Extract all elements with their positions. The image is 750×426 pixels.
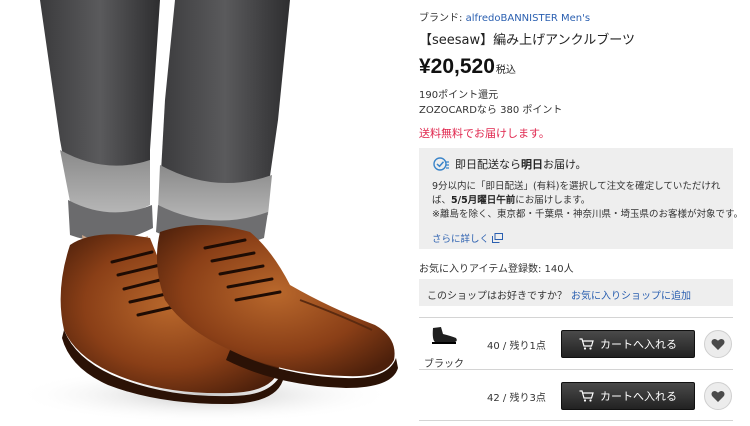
zozocard-points-text: ZOZOCARDなら 380 ポイント (419, 105, 563, 116)
product-title: 【seesaw】編み上げアンクルブーツ (419, 33, 635, 48)
favorite-button-1[interactable] (704, 330, 732, 358)
heart-icon (711, 338, 725, 350)
check-clock-icon (433, 157, 449, 171)
cart-icon (579, 390, 594, 402)
delivery-date: 5/5月曜日午前 (451, 195, 516, 206)
delivery-description: 9分以内に「即日配送」(有料)を選択して注文を確定していただけれ ば、5/5月曜… (432, 180, 743, 222)
product-info: ブランド: alfredoBANNISTER Men's 【seesaw】編み上… (419, 0, 743, 426)
favorite-count: お気に入りアイテム登録数: 140人 (419, 264, 574, 275)
delivery-line-3: ※離島を除く、東京都・千葉県・神奈川県・埼玉県のお客様が対象です。 (432, 209, 744, 220)
external-window-icon (492, 233, 504, 243)
shop-favorite-bar: このショップはお好きですか？ お気に入りショップに追加 (419, 279, 733, 306)
product-photo[interactable] (0, 0, 410, 426)
points-text: 190ポイント還元 (419, 90, 499, 101)
free-shipping-notice: 送料無料でお届けします。 (419, 127, 550, 140)
price: ¥20,520税込 (419, 55, 516, 79)
tax-label: 税込 (495, 65, 516, 76)
product-image-boots (15, 0, 398, 423)
delivery-line-2-prefix: ば、 (432, 195, 452, 206)
brand-link[interactable]: alfredoBANNISTER Men's (466, 13, 591, 24)
brand-prefix: ブランド: (419, 13, 463, 24)
favorite-button-2[interactable] (704, 382, 732, 410)
delivery-line-2-suffix: にお届けします。 (515, 195, 591, 206)
divider (419, 420, 733, 421)
color-label: ブラック (424, 359, 464, 370)
divider (419, 317, 733, 318)
delivery-more-link[interactable]: さらに詳しく (432, 231, 504, 245)
delivery-heading-prefix: 即日配送なら (455, 158, 521, 171)
shop-favorite-question: このショップはお好きですか？ (427, 291, 567, 302)
delivery-line-2: ば、5/5月曜日午前にお届けします。 (432, 194, 743, 208)
add-to-cart-button-1[interactable]: カートへ入れる (561, 330, 695, 358)
points-info: 190ポイント還元 ZOZOCARDなら 380 ポイント (419, 88, 562, 118)
add-to-cart-label: カートへ入れる (600, 390, 677, 403)
add-to-cart-button-2[interactable]: カートへ入れる (561, 382, 695, 410)
brand-line: ブランド: alfredoBANNISTER Men's (419, 9, 590, 24)
delivery-line-1: 9分以内に「即日配送」(有料)を選択して注文を確定していただけれ (432, 181, 721, 192)
size-stock-1: 40 / 残り1点 (487, 341, 546, 352)
color-variant[interactable]: ブラック (419, 320, 469, 370)
add-favorite-shop-link[interactable]: お気に入りショップに追加 (571, 291, 691, 302)
heart-icon (711, 390, 725, 402)
delivery-more-label: さらに詳しく (432, 234, 490, 245)
price-amount: ¥20,520 (419, 55, 495, 78)
same-day-delivery-panel: 即日配送なら 明日 お届け。 9分以内に「即日配送」(有料)を選択して注文を確定して… (419, 148, 743, 249)
size-stock-2: 42 / 残り3点 (487, 393, 546, 404)
delivery-heading-suffix: お届け。 (543, 158, 587, 171)
delivery-heading-bold: 明日 (521, 158, 543, 171)
boot-thumbnail-icon (432, 327, 457, 344)
add-to-cart-label: カートへ入れる (600, 338, 677, 351)
cart-icon (579, 338, 594, 350)
delivery-heading: 即日配送なら 明日 お届け。 (433, 156, 586, 172)
divider (419, 369, 733, 370)
